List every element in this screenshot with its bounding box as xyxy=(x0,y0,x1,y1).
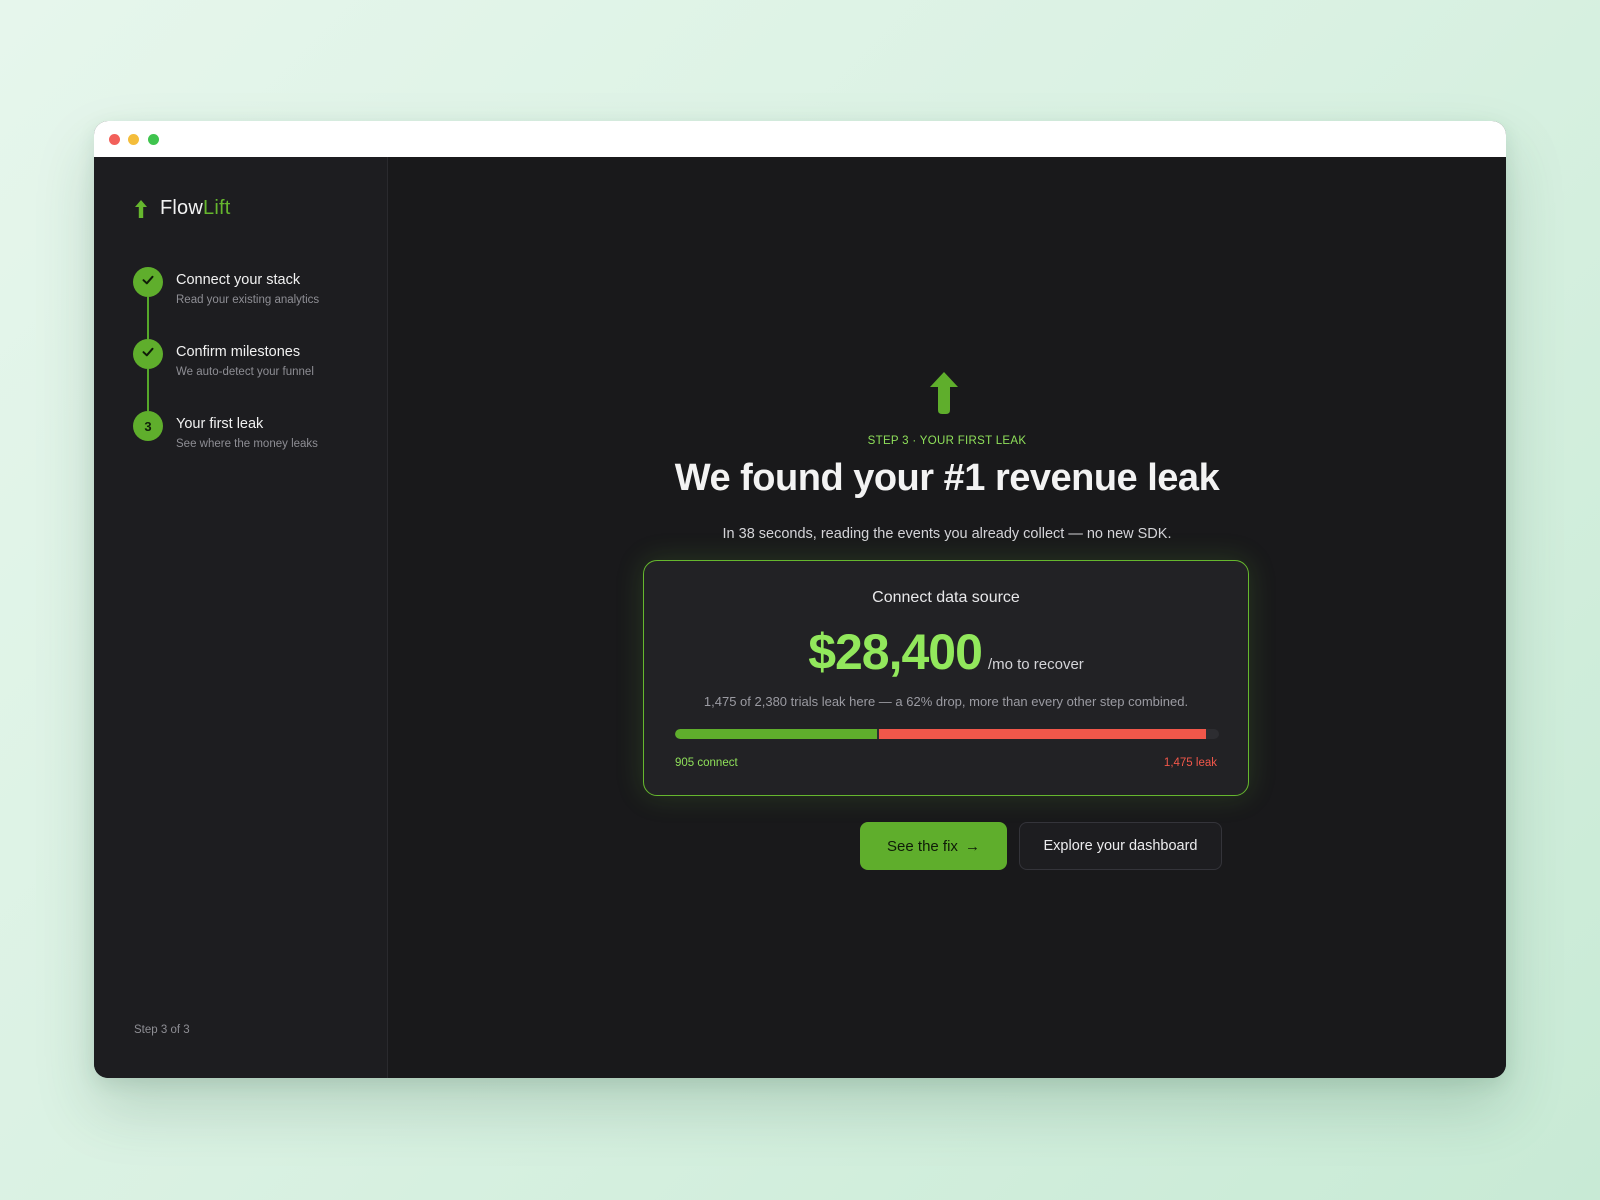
recovery-amount-row: $28,400/mo to recover xyxy=(644,623,1248,681)
sidebar: FlowLift Connect your stack Read your ex… xyxy=(94,157,388,1078)
step-complete-badge xyxy=(133,267,163,297)
explore-dashboard-label: Explore your dashboard xyxy=(1043,838,1198,854)
maximize-window-button[interactable] xyxy=(148,134,159,145)
brand-logo[interactable]: FlowLift xyxy=(134,197,231,220)
see-the-fix-label: See the fix xyxy=(887,837,958,855)
step-confirm-milestones[interactable]: Confirm milestones We auto-detect your f… xyxy=(133,339,373,389)
step-subtitle: See where the money leaks xyxy=(176,438,318,450)
arrow-up-icon xyxy=(134,199,148,219)
step-number-badge: 3 xyxy=(133,411,163,441)
arrow-up-icon xyxy=(929,371,959,420)
page-subtitle: In 38 seconds, reading the events you al… xyxy=(722,526,1172,542)
step-connect-stack[interactable]: Connect your stack Read your existing an… xyxy=(133,267,373,317)
step-first-leak[interactable]: 3 Your first leak See where the money le… xyxy=(133,411,373,461)
card-title: Connect data source xyxy=(872,589,1020,606)
leak-summary-card: Connect data source $28,400/mo to recove… xyxy=(643,560,1249,796)
brand-name: FlowLift xyxy=(160,197,231,219)
explore-dashboard-button[interactable]: Explore your dashboard xyxy=(1019,822,1222,870)
connect-label: 905 connect xyxy=(675,757,738,769)
connect-segment xyxy=(675,729,878,739)
recovery-amount: $28,400 xyxy=(808,624,983,680)
see-the-fix-button[interactable]: See the fix → xyxy=(860,822,1007,870)
check-icon xyxy=(141,273,155,292)
recovery-amount-unit: /mo to recover xyxy=(987,656,1084,673)
arrow-right-icon: → xyxy=(964,837,980,855)
step-title: Your first leak xyxy=(176,416,264,432)
step-subtitle: We auto-detect your funnel xyxy=(176,366,314,378)
step-subtitle: Read your existing analytics xyxy=(176,294,320,306)
step-title: Connect your stack xyxy=(176,272,301,288)
window-titlebar xyxy=(94,121,1506,157)
leak-label: 1,475 leak xyxy=(1163,757,1217,769)
leak-segment xyxy=(879,729,1207,739)
minimize-window-button[interactable] xyxy=(128,134,139,145)
step-eyebrow: STEP 3 · YOUR FIRST LEAK xyxy=(867,435,1027,447)
leak-description: 1,475 of 2,380 trials leak here — a 62% … xyxy=(703,694,1189,709)
check-icon xyxy=(141,345,155,364)
step-number: 3 xyxy=(144,418,152,434)
app-window: FlowLift Connect your stack Read your ex… xyxy=(94,121,1506,1078)
step-complete-badge xyxy=(133,339,163,369)
funnel-bar xyxy=(675,729,1219,739)
step-progress-text: Step 3 of 3 xyxy=(134,1024,190,1036)
step-title: Confirm milestones xyxy=(176,344,301,360)
page-title: We found your #1 revenue leak xyxy=(674,457,1220,499)
main-content: STEP 3 · YOUR FIRST LEAK We found your #… xyxy=(388,157,1506,1078)
close-window-button[interactable] xyxy=(109,134,120,145)
